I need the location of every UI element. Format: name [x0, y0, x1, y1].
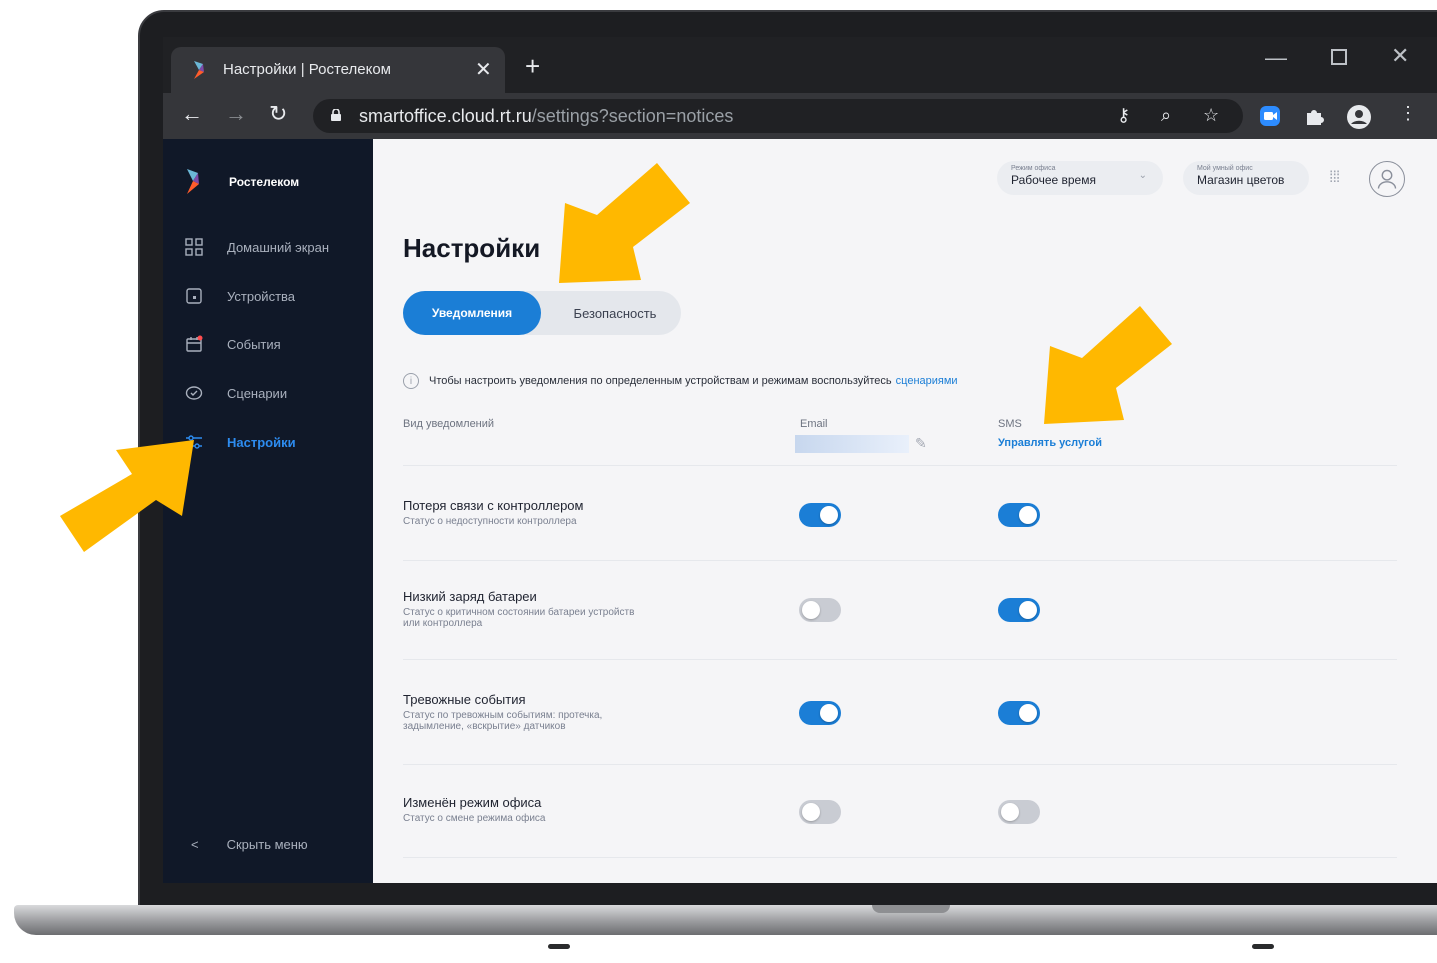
reload-icon[interactable]: ↻: [269, 101, 287, 127]
page-title: Настройки: [403, 233, 541, 263]
notification-title: Изменён режим офиса: [403, 795, 542, 810]
zoom-icon[interactable]: ⌕: [1161, 105, 1171, 126]
rostelecom-favicon-icon: [194, 61, 204, 79]
email-toggle[interactable]: [799, 503, 841, 527]
divider: [403, 465, 1397, 466]
calendar-icon: [186, 335, 203, 352]
tab-notifications[interactable]: Уведомления: [403, 291, 541, 335]
email-toggle[interactable]: [799, 800, 841, 824]
scenario-icon: [185, 386, 203, 400]
office-mode-select[interactable]: Режим офиса Рабочее время ⌄: [997, 161, 1163, 195]
annotation-arrow-icon: [60, 440, 194, 552]
notification-title: Низкий заряд батареи: [403, 589, 537, 604]
email-toggle[interactable]: [799, 701, 841, 725]
browser-toolbar: ← → ↻ smartoffice.cloud.rt.ru/settings?s…: [163, 93, 1437, 139]
scenarios-hint: i Чтобы настроить уведомления по определ…: [403, 373, 958, 389]
column-header-sms: SMS: [998, 418, 1022, 430]
sidebar-item-events[interactable]: События: [185, 332, 281, 356]
browser-menu-icon[interactable]: ⋮: [1399, 103, 1417, 124]
office-mode-label: Режим офиса: [1011, 165, 1056, 172]
settings-tabs: Уведомления Безопасность: [403, 291, 681, 335]
smart-office-select[interactable]: Мой умный офис Магазин цветов: [1183, 161, 1309, 195]
hint-text: Чтобы настроить уведомления по определен…: [429, 375, 892, 387]
sidebar-item-label: Сценарии: [227, 385, 288, 401]
address-bar[interactable]: smartoffice.cloud.rt.ru/settings?section…: [313, 99, 1243, 133]
sidebar-item-label: Домашний экран: [227, 239, 330, 255]
rostelecom-logo-icon: [187, 169, 199, 194]
forward-arrow-icon[interactable]: →: [225, 101, 247, 127]
laptop-notch: [872, 905, 950, 913]
sidebar-item-devices[interactable]: Устройства: [185, 284, 295, 308]
browser-tab[interactable]: Настройки | Ростелеком ✕: [171, 47, 505, 93]
app-area: Ростелеком Домашний экран Устройства Соб…: [163, 139, 1437, 883]
url-text: smartoffice.cloud.rt.ru/settings?section…: [359, 106, 734, 126]
minimize-icon[interactable]: —: [1265, 45, 1287, 71]
laptop-foot: [1252, 944, 1274, 949]
extensions-puzzle-icon[interactable]: [1303, 105, 1325, 127]
apps-grid-icon[interactable]: ⁞⁞⁞: [1329, 169, 1340, 187]
notification-title: Тревожные события: [403, 692, 526, 707]
laptop-foot: [548, 944, 570, 949]
hide-menu-button[interactable]: < Скрыть меню: [191, 837, 308, 852]
zoom-extension-icon[interactable]: [1259, 105, 1281, 127]
maximize-icon[interactable]: [1331, 49, 1347, 65]
divider: [403, 857, 1397, 858]
screen: Настройки | Ростелеком ✕ + — ✕ ← → ↻ sma…: [163, 37, 1437, 883]
sidebar-item-home[interactable]: Домашний экран: [185, 235, 329, 259]
sidebar-item-label: Устройства: [227, 288, 296, 304]
window-close-icon[interactable]: ✕: [1391, 43, 1409, 69]
office-mode-value: Рабочее время: [1011, 173, 1096, 187]
laptop-base: [14, 905, 1437, 935]
sms-toggle[interactable]: [998, 800, 1040, 824]
key-icon[interactable]: ⚷: [1117, 105, 1130, 126]
browser-tab-strip: Настройки | Ростелеком ✕ + — ✕: [163, 37, 1437, 93]
hide-menu-label: Скрыть меню: [226, 837, 308, 852]
column-header-type: Вид уведомлений: [403, 418, 495, 430]
new-tab-button[interactable]: +: [525, 53, 540, 79]
lock-icon: [331, 109, 341, 121]
info-icon: i: [403, 373, 419, 389]
manage-service-link[interactable]: Управлять услугой: [998, 437, 1102, 449]
user-profile-icon[interactable]: [1369, 161, 1405, 197]
notification-subtitle: Статус по тревожным событиям: протечка, …: [403, 710, 603, 732]
divider: [403, 560, 1397, 561]
sms-toggle[interactable]: [998, 503, 1040, 527]
notification-title: Потеря связи с контроллером: [403, 498, 584, 513]
sidebar-item-label: События: [227, 336, 281, 352]
divider: [403, 659, 1397, 660]
divider: [403, 764, 1397, 765]
notification-subtitle: Статус о смене режима офиса: [403, 813, 546, 824]
chevron-down-icon: ⌄: [1138, 170, 1147, 181]
smart-office-label: Мой умный офис: [1197, 165, 1253, 172]
brand-name: Ростелеком: [229, 175, 300, 189]
email-value-field: [795, 435, 909, 453]
main-content: Режим офиса Рабочее время ⌄ Мой умный оф…: [373, 139, 1437, 883]
sidebar-item-label: Настройки: [227, 434, 296, 450]
notification-subtitle: Статус о недоступности контроллера: [403, 516, 577, 527]
grid-icon: [185, 238, 203, 256]
column-header-email: Email: [800, 418, 828, 430]
smart-office-value: Магазин цветов: [1197, 173, 1285, 187]
back-arrow-icon[interactable]: ←: [181, 101, 203, 127]
browser-tab-title: Настройки | Ростелеком: [223, 61, 391, 78]
annotation-arrow-icon: [559, 163, 690, 283]
star-icon[interactable]: ☆: [1203, 105, 1219, 126]
annotation-arrow-icon: [1044, 306, 1172, 424]
tab-security[interactable]: Безопасность: [549, 291, 681, 335]
device-icon: [186, 288, 202, 304]
profile-avatar-icon[interactable]: [1347, 105, 1371, 129]
notification-subtitle: Статус о критичном состоянии батареи уст…: [403, 607, 635, 629]
sms-toggle[interactable]: [998, 598, 1040, 622]
edit-pencil-icon[interactable]: ✎: [915, 435, 927, 452]
chevron-left-icon: <: [191, 837, 199, 852]
scenarios-link[interactable]: сценариями: [896, 375, 958, 387]
sidebar-item-scenarios[interactable]: Сценарии: [185, 381, 287, 405]
tab-close-icon[interactable]: ✕: [475, 57, 492, 82]
sms-toggle[interactable]: [998, 701, 1040, 725]
email-toggle[interactable]: [799, 598, 841, 622]
